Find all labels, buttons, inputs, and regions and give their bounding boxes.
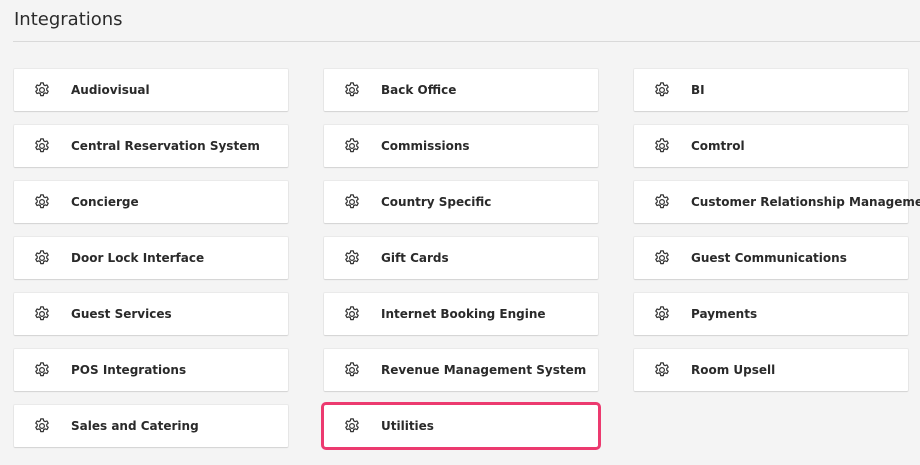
gear-icon — [33, 137, 51, 155]
integration-card-commissions[interactable]: Commissions — [324, 125, 598, 167]
integration-card-label: Guest Services — [71, 307, 172, 321]
gear-icon — [653, 193, 671, 211]
gear-icon — [33, 81, 51, 99]
integration-card-audiovisual[interactable]: Audiovisual — [14, 69, 288, 111]
gear-icon — [343, 361, 361, 379]
integration-card-label: Payments — [691, 307, 758, 321]
integration-card-label: BI — [691, 83, 705, 97]
gear-icon — [653, 81, 671, 99]
integration-card-label: Room Upsell — [691, 363, 776, 377]
gear-icon — [33, 305, 51, 323]
integration-card-back-office[interactable]: Back Office — [324, 69, 598, 111]
integration-card-label: Central Reservation System — [71, 139, 260, 153]
integration-card-door-lock-interface[interactable]: Door Lock Interface — [14, 237, 288, 279]
gear-icon — [343, 305, 361, 323]
gear-icon — [33, 249, 51, 267]
gear-icon — [33, 193, 51, 211]
integration-card-label: Country Specific — [381, 195, 492, 209]
integration-card-label: Internet Booking Engine — [381, 307, 546, 321]
integration-card-guest-communications[interactable]: Guest Communications — [634, 237, 908, 279]
integration-card-label: Audiovisual — [71, 83, 150, 97]
integration-card-revenue-management-system[interactable]: Revenue Management System — [324, 349, 598, 391]
gear-icon — [33, 417, 51, 435]
gear-icon — [653, 305, 671, 323]
gear-icon — [653, 361, 671, 379]
gear-icon — [343, 193, 361, 211]
integration-card-label: Concierge — [71, 195, 139, 209]
integration-card-label: Gift Cards — [381, 251, 449, 265]
integration-card-concierge[interactable]: Concierge — [14, 181, 288, 223]
integrations-grid: Audiovisual Back Office BI Central Reservat… — [0, 0, 920, 465]
integration-card-payments[interactable]: Payments — [634, 293, 908, 335]
gear-icon — [343, 81, 361, 99]
gear-icon — [33, 361, 51, 379]
gear-icon — [343, 137, 361, 155]
integration-card-label: Door Lock Interface — [71, 251, 205, 265]
gear-icon — [653, 137, 671, 155]
integration-card-country-specific[interactable]: Country Specific — [324, 181, 598, 223]
integration-card-label: Back Office — [381, 83, 457, 97]
integration-card-label: Guest Communications — [691, 251, 847, 265]
integration-card-label: Comtrol — [691, 139, 745, 153]
gear-icon — [343, 417, 361, 435]
integration-card-bi[interactable]: BI — [634, 69, 908, 111]
integration-card-gift-cards[interactable]: Gift Cards — [324, 237, 598, 279]
integration-card-label: Customer Relationship Management — [691, 195, 920, 209]
integration-card-central-reservation-system[interactable]: Central Reservation System — [14, 125, 288, 167]
integration-card-label: Commissions — [381, 139, 470, 153]
gear-icon — [343, 249, 361, 267]
integration-card-guest-services[interactable]: Guest Services — [14, 293, 288, 335]
gear-icon — [653, 249, 671, 267]
integration-card-room-upsell[interactable]: Room Upsell — [634, 349, 908, 391]
integration-card-utilities[interactable]: Utilities — [321, 402, 601, 450]
integration-card-comtrol[interactable]: Comtrol — [634, 125, 908, 167]
integration-card-customer-relationship-management[interactable]: Customer Relationship Management — [634, 181, 920, 223]
integration-card-label: POS Integrations — [71, 363, 187, 377]
integration-card-internet-booking-engine[interactable]: Internet Booking Engine — [324, 293, 598, 335]
integration-card-pos-integrations[interactable]: POS Integrations — [14, 349, 288, 391]
integration-card-label: Utilities — [381, 419, 434, 433]
integration-card-sales-and-catering[interactable]: Sales and Catering — [14, 405, 288, 447]
integration-card-label: Revenue Management System — [381, 363, 587, 377]
integration-card-label: Sales and Catering — [71, 419, 199, 433]
